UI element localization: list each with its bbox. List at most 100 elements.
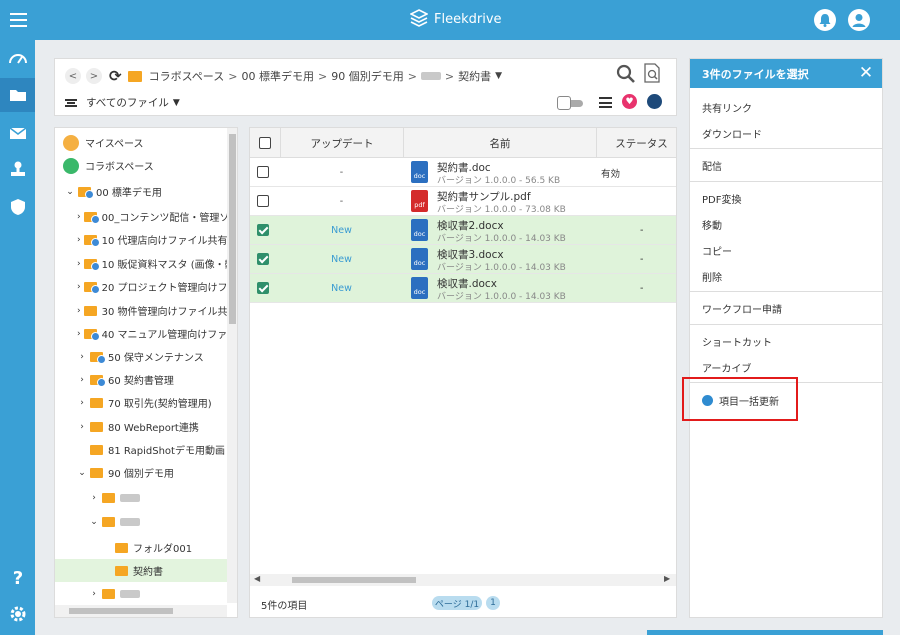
chevron-right-icon[interactable]: ›: [77, 352, 87, 362]
tree-item[interactable]: › 20 プロジェクト管理向けファイ: [55, 275, 227, 298]
highlight-box: [682, 377, 798, 421]
chevron-down-icon[interactable]: ⌄: [77, 468, 87, 478]
chevron-right-icon[interactable]: ›: [77, 212, 81, 222]
row-checkbox-checked[interactable]: [257, 282, 269, 294]
menu-icon[interactable]: [10, 13, 27, 27]
tree-item-label: 10 販促資料マスタ (画像・動画: [101, 260, 227, 271]
help-icon[interactable]: ?: [0, 560, 35, 594]
chevron-down-icon[interactable]: ⌄: [65, 187, 75, 197]
table-row-selected[interactable]: New doc 検収書2.docx バージョン 1.0.0.0 - 14.03 …: [250, 216, 676, 245]
favorite-heart-icon[interactable]: ♥: [622, 94, 637, 109]
table-row[interactable]: - doc 契約書.doc バージョン 1.0.0.0 - 56.5 KB 有効: [250, 158, 676, 187]
action-download[interactable]: ダウンロード: [702, 126, 762, 141]
column-header-status[interactable]: ステータス: [596, 128, 676, 158]
tree-horizontal-scrollbar[interactable]: [55, 605, 227, 617]
row-checkbox[interactable]: [257, 195, 269, 207]
stamp-icon[interactable]: [0, 152, 35, 186]
tree-item[interactable]: › 50 保守メンテナンス: [55, 345, 227, 368]
file-list-horizontal-scrollbar[interactable]: ◀ ▶: [250, 574, 676, 586]
tree-item-label: コラボスペース: [85, 162, 154, 173]
tree-vertical-scrollbar[interactable]: [227, 128, 237, 603]
tag-icon[interactable]: [647, 94, 662, 109]
tree-item-individual-demo[interactable]: ⌄ 90 個別デモ用: [55, 461, 227, 484]
tree-item[interactable]: › 40 マニュアル管理向けファイル: [55, 322, 227, 345]
close-icon[interactable]: ✕: [858, 65, 874, 82]
chevron-down-icon[interactable]: ⌄: [89, 517, 99, 527]
preview-toggle[interactable]: [557, 96, 585, 110]
search-icon[interactable]: [616, 64, 636, 84]
chevron-right-icon[interactable]: ›: [77, 259, 81, 269]
advanced-search-icon[interactable]: [643, 63, 661, 83]
group-icon: [63, 157, 79, 174]
action-delete[interactable]: 削除: [702, 269, 722, 284]
chevron-right-icon[interactable]: ›: [89, 589, 99, 599]
breadcrumb-standard-demo[interactable]: 00 標準デモ用: [241, 68, 314, 84]
action-share-link[interactable]: 共有リンク: [702, 100, 752, 115]
tree-item[interactable]: 81 RapidShotデモ用動画: [55, 438, 227, 461]
user-avatar-icon[interactable]: [848, 9, 870, 31]
tree-item-label: 20 プロジェクト管理向けファイ: [101, 283, 227, 294]
folder-icon: [115, 542, 128, 553]
tree-item-my-space[interactable]: マイスペース: [55, 131, 227, 154]
table-row-selected[interactable]: New doc 検収書3.docx バージョン 1.0.0.0 - 14.03 …: [250, 245, 676, 274]
breadcrumb-collab-space[interactable]: コラボスペース: [149, 68, 225, 84]
notification-bell-icon[interactable]: [814, 9, 836, 31]
select-all-checkbox[interactable]: [259, 137, 271, 149]
shield-icon[interactable]: [0, 190, 35, 224]
action-copy[interactable]: コピー: [702, 243, 732, 258]
back-button[interactable]: <: [65, 68, 81, 84]
action-distribute[interactable]: 配信: [702, 158, 722, 173]
chevron-right-icon[interactable]: ›: [77, 235, 81, 245]
chevron-right-icon[interactable]: ›: [77, 422, 87, 432]
tree-item[interactable]: › 80 WebReport連携: [55, 415, 227, 438]
breadcrumb-individual-demo[interactable]: 90 個別デモ用: [331, 68, 404, 84]
tree-item[interactable]: › 00_コンテンツ配信・管理ソリ: [55, 205, 227, 228]
chevron-right-icon[interactable]: ›: [77, 282, 81, 292]
chevron-right-icon[interactable]: ›: [77, 306, 81, 316]
tree-item-redacted[interactable]: ›: [55, 486, 227, 509]
row-checkbox[interactable]: [257, 166, 269, 178]
chevron-right-icon[interactable]: ›: [77, 375, 87, 385]
row-checkbox-checked[interactable]: [257, 224, 269, 236]
chevron-down-icon[interactable]: ▼: [495, 71, 502, 81]
tree-item[interactable]: › 30 物件管理向けファイル共有: [55, 299, 227, 322]
action-workflow-request[interactable]: ワークフロー申請: [702, 301, 782, 316]
scroll-left-arrow-icon[interactable]: ◀: [254, 574, 260, 583]
chevron-right-icon[interactable]: ›: [77, 398, 87, 408]
forward-button[interactable]: >: [86, 68, 102, 84]
tree-item[interactable]: › 10 代理店向けファイル共有: [55, 228, 227, 251]
breadcrumb-contracts[interactable]: 契約書: [458, 68, 491, 84]
chevron-right-icon[interactable]: ›: [77, 329, 81, 339]
action-pdf-convert[interactable]: PDF変換: [702, 191, 741, 206]
tree-item[interactable]: › 70 取引先(契約管理用): [55, 391, 227, 414]
column-header-update[interactable]: アップデート: [280, 128, 403, 158]
reload-icon[interactable]: ⟳: [109, 67, 122, 85]
tree-item[interactable]: › 60 契約書管理: [55, 368, 227, 391]
tree-item-folder001[interactable]: フォルダ001: [55, 536, 227, 559]
action-archive[interactable]: アーカイブ: [702, 360, 751, 375]
file-filter-dropdown[interactable]: すべてのファイル ▼: [65, 95, 180, 110]
dashboard-icon[interactable]: [0, 42, 35, 76]
tree-item-redacted-expanded[interactable]: ⌄: [55, 510, 227, 533]
settings-gear-icon[interactable]: [0, 597, 35, 631]
row-checkbox-checked[interactable]: [257, 253, 269, 265]
mail-icon[interactable]: [0, 116, 35, 150]
tree-item[interactable]: › 10 販促資料マスタ (画像・動画: [55, 252, 227, 275]
table-row[interactable]: - pdf 契約書サンプル.pdf バージョン 1.0.0.0 - 73.08 …: [250, 187, 676, 216]
action-shortcut[interactable]: ショートカット: [702, 334, 772, 349]
shared-folder-icon: [90, 351, 106, 364]
tree-item-contracts[interactable]: 契約書: [55, 559, 227, 582]
breadcrumb-redacted[interactable]: [420, 72, 441, 80]
action-move[interactable]: 移動: [702, 217, 722, 232]
chevron-right-icon[interactable]: ›: [89, 493, 99, 503]
list-view-icon[interactable]: [599, 97, 612, 108]
tree-item-redacted[interactable]: ›: [55, 582, 227, 605]
table-row-selected[interactable]: New doc 検収書.docx バージョン 1.0.0.0 - 14.03 K…: [250, 274, 676, 303]
column-header-name[interactable]: 名前: [403, 128, 596, 158]
folder-nav-icon[interactable]: [0, 78, 35, 112]
page-number-button[interactable]: 1: [486, 596, 500, 610]
tree-item-standard-demo[interactable]: ⌄ 00 標準デモ用: [55, 180, 227, 203]
scroll-right-arrow-icon[interactable]: ▶: [664, 574, 670, 583]
tree-item-collab-space[interactable]: コラボスペース: [55, 154, 227, 177]
shared-folder-icon: [83, 328, 100, 341]
